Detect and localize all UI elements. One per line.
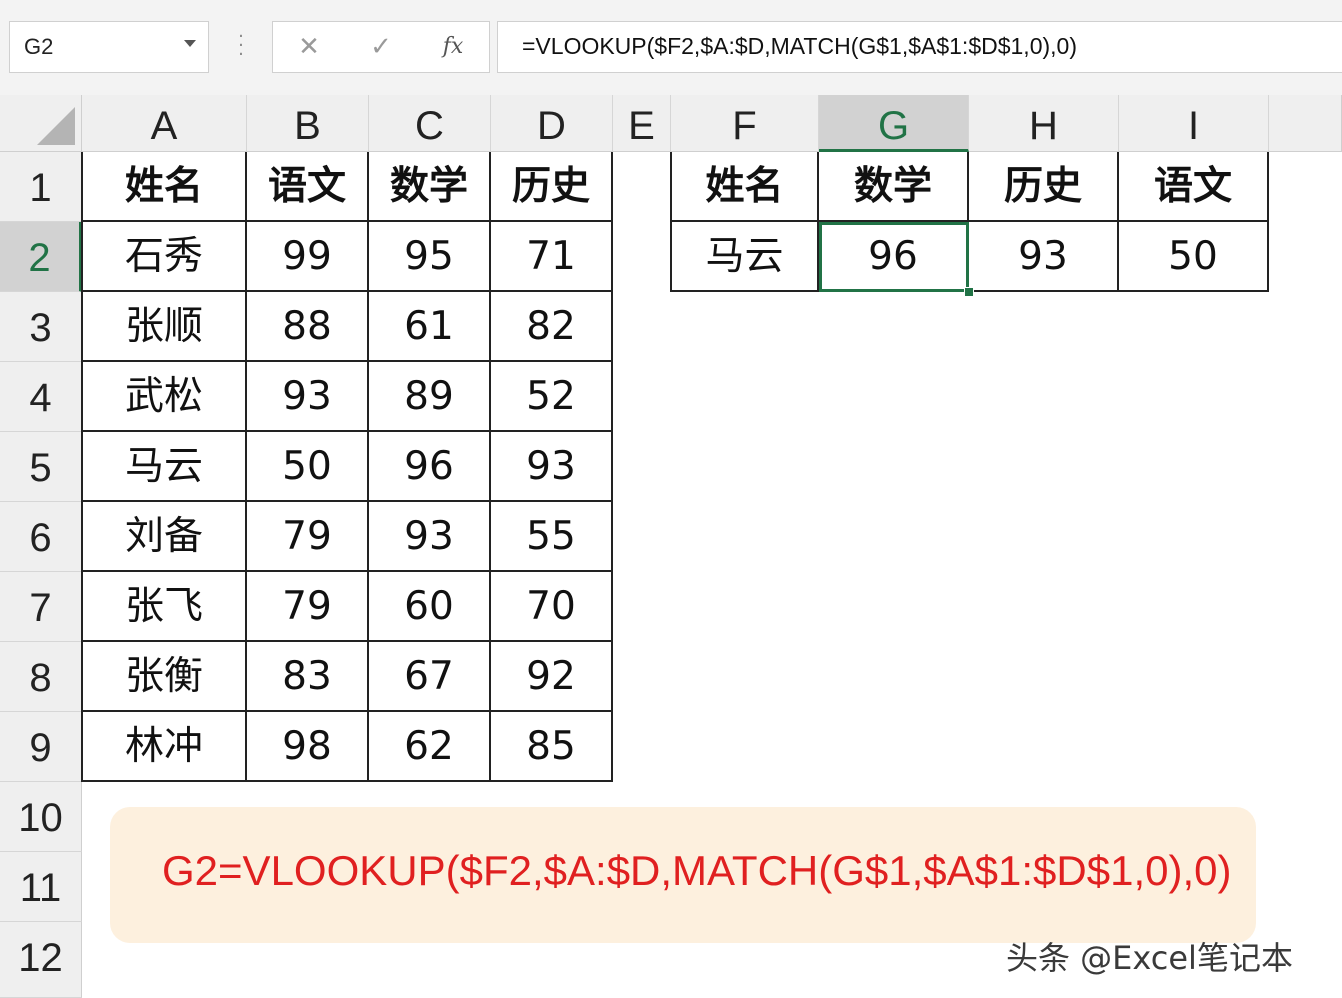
row-header-2[interactable]: 2: [0, 222, 82, 292]
fill-handle[interactable]: [964, 287, 974, 297]
table-cell[interactable]: 88: [247, 292, 369, 362]
row-header-12[interactable]: 12: [0, 922, 82, 998]
table-cell[interactable]: 93: [247, 362, 369, 432]
table-cell[interactable]: 70: [491, 572, 613, 642]
lookup-header-history[interactable]: 历史: [969, 152, 1119, 222]
table-cell[interactable]: 60: [369, 572, 491, 642]
row-header-10[interactable]: 10: [0, 782, 82, 852]
table-cell[interactable]: 79: [247, 502, 369, 572]
table-cell[interactable]: 93: [369, 502, 491, 572]
enter-icon[interactable]: ✓: [363, 32, 399, 62]
lookup-header-chinese[interactable]: 语文: [1119, 152, 1269, 222]
column-header-f[interactable]: F: [671, 95, 819, 152]
cancel-icon[interactable]: ✕: [291, 32, 327, 62]
spreadsheet-grid: A B C D E F G H I 1 2 3 4 5 6 7 8 9 10 1…: [0, 95, 1342, 998]
name-box-value: G2: [24, 34, 54, 59]
row-header-6[interactable]: 6: [0, 502, 82, 572]
column-header-a[interactable]: A: [82, 95, 247, 152]
table-cell[interactable]: 张飞: [83, 572, 247, 642]
table-cell[interactable]: 96: [369, 432, 491, 502]
name-box[interactable]: G2: [9, 21, 209, 73]
table-cell[interactable]: 89: [369, 362, 491, 432]
chevron-down-icon[interactable]: [184, 40, 196, 47]
insert-function-icon[interactable]: fx: [435, 32, 471, 62]
column-header-b[interactable]: B: [247, 95, 369, 152]
row-header-11[interactable]: 11: [0, 852, 82, 922]
row-header-9[interactable]: 9: [0, 712, 82, 782]
table-cell[interactable]: 92: [491, 642, 613, 712]
row-header-8[interactable]: 8: [0, 642, 82, 712]
lookup-cell-history[interactable]: 93: [969, 222, 1119, 292]
table-cell[interactable]: 52: [491, 362, 613, 432]
table-cell[interactable]: 71: [491, 222, 613, 292]
table-cell[interactable]: 95: [369, 222, 491, 292]
column-header-c[interactable]: C: [369, 95, 491, 152]
column-header-g[interactable]: G: [819, 95, 969, 152]
column-header-e[interactable]: E: [613, 95, 671, 152]
table-cell[interactable]: 99: [247, 222, 369, 292]
table-cell[interactable]: 林冲: [83, 712, 247, 782]
table-cell[interactable]: 刘备: [83, 502, 247, 572]
callout-text: G2=VLOOKUP($F2,$A:$D,MATCH(G$1,$A$1:$D$1…: [162, 847, 1232, 894]
row-header-3[interactable]: 3: [0, 292, 82, 362]
column-header-i[interactable]: I: [1119, 95, 1269, 152]
table-cell[interactable]: 张顺: [83, 292, 247, 362]
formula-bar: G2 · · · ✕ ✓ fx =VLOOKUP($F2,$A:$D,MATCH(G…: [0, 0, 1342, 95]
active-cell-g2[interactable]: 96: [819, 222, 969, 292]
table-cell[interactable]: 61: [369, 292, 491, 362]
table-cell[interactable]: 98: [247, 712, 369, 782]
table-cell[interactable]: 83: [247, 642, 369, 712]
table-cell[interactable]: 马云: [83, 432, 247, 502]
table-cell[interactable]: 张衡: [83, 642, 247, 712]
header-cell-chinese[interactable]: 语文: [247, 152, 369, 222]
formula-callout: G2=VLOOKUP($F2,$A:$D,MATCH(G$1,$A$1:$D$1…: [110, 807, 1256, 943]
row-header-5[interactable]: 5: [0, 432, 82, 502]
table-cell[interactable]: 石秀: [83, 222, 247, 292]
table-cell[interactable]: 武松: [83, 362, 247, 432]
formula-text: =VLOOKUP($F2,$A:$D,MATCH(G$1,$A$1:$D$1,0…: [522, 33, 1077, 59]
formula-actions: ✕ ✓ fx: [272, 21, 490, 73]
column-header-next[interactable]: [1269, 95, 1342, 152]
table-cell[interactable]: 93: [491, 432, 613, 502]
lookup-cell-name[interactable]: 马云: [672, 222, 819, 292]
row-header-7[interactable]: 7: [0, 572, 82, 642]
table-cell[interactable]: 50: [247, 432, 369, 502]
table-cell[interactable]: 79: [247, 572, 369, 642]
formula-input[interactable]: =VLOOKUP($F2,$A:$D,MATCH(G$1,$A$1:$D$1,0…: [497, 21, 1342, 73]
row-header-1[interactable]: 1: [0, 152, 82, 222]
lookup-cell-chinese[interactable]: 50: [1119, 222, 1269, 292]
table-cell[interactable]: 85: [491, 712, 613, 782]
table-cell[interactable]: 55: [491, 502, 613, 572]
table-cell[interactable]: 82: [491, 292, 613, 362]
column-header-d[interactable]: D: [491, 95, 613, 152]
select-all-button[interactable]: [0, 95, 82, 152]
select-all-icon: [37, 107, 75, 145]
watermark: 头条 @Excel笔记本: [1006, 939, 1293, 977]
header-cell-math[interactable]: 数学: [369, 152, 491, 222]
header-cell-history[interactable]: 历史: [491, 152, 613, 222]
header-cell-name[interactable]: 姓名: [83, 152, 247, 222]
table-cell[interactable]: 62: [369, 712, 491, 782]
lookup-header-name[interactable]: 姓名: [672, 152, 819, 222]
column-header-h[interactable]: H: [969, 95, 1119, 152]
lookup-header-math[interactable]: 数学: [819, 152, 969, 222]
more-options-icon[interactable]: · · ·: [234, 28, 248, 64]
table-cell[interactable]: 67: [369, 642, 491, 712]
row-header-4[interactable]: 4: [0, 362, 82, 432]
